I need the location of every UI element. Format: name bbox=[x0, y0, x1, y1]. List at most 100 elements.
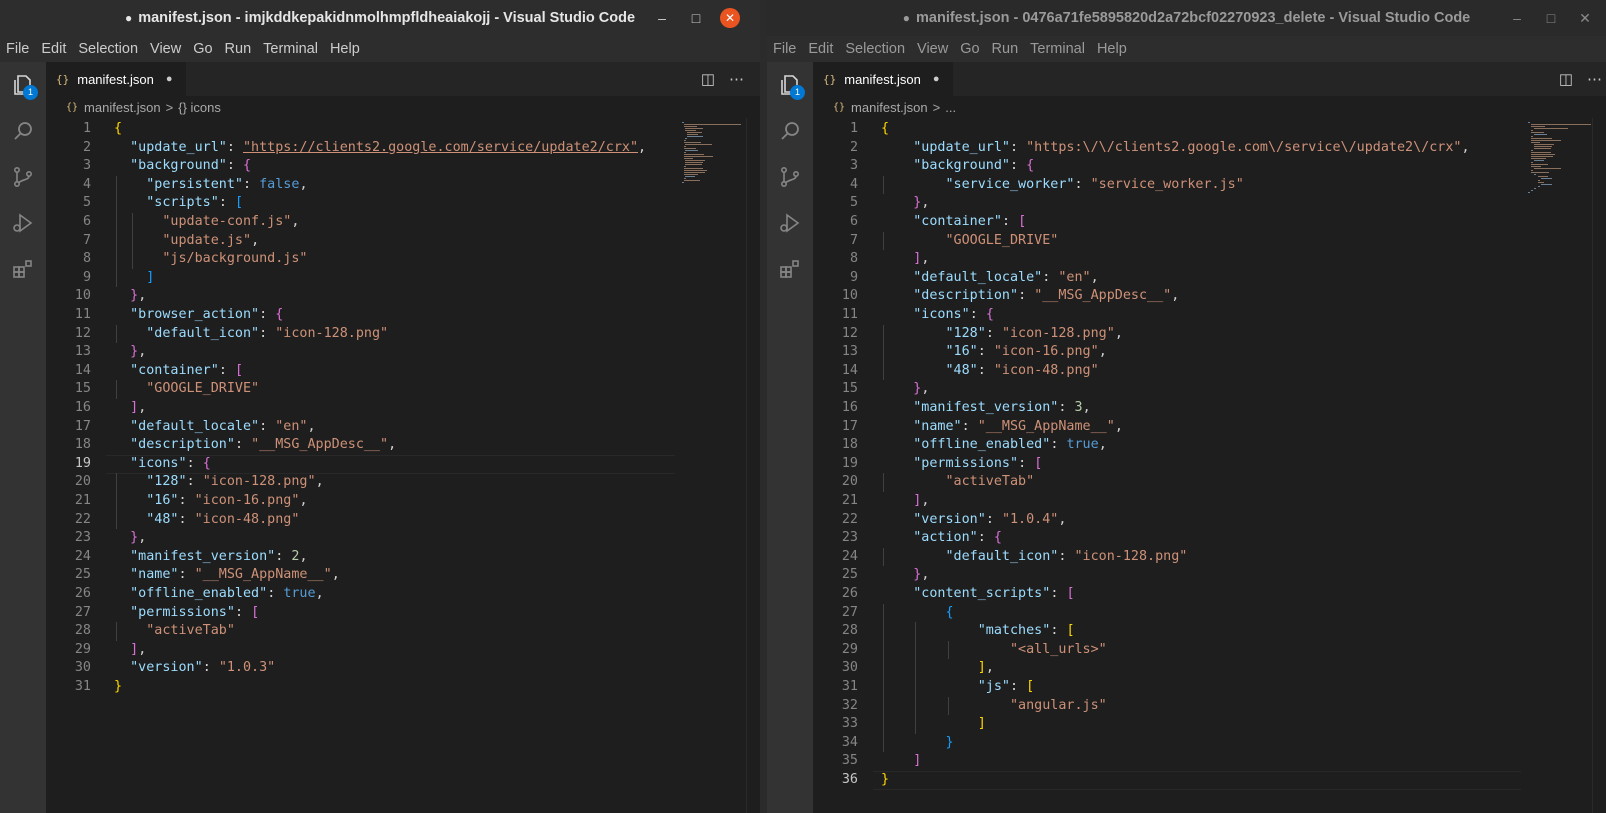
menu-edit[interactable]: Edit bbox=[35, 41, 72, 57]
split-editor-icon[interactable]: ◫ bbox=[701, 70, 715, 88]
line-number[interactable]: 25 bbox=[813, 566, 858, 585]
line-number[interactable]: 23 bbox=[813, 529, 858, 548]
menu-help[interactable]: Help bbox=[1091, 41, 1133, 57]
code-line[interactable]: ], bbox=[881, 250, 929, 269]
code-line[interactable]: "version": "1.0.4", bbox=[881, 511, 1066, 530]
line-number[interactable]: 28 bbox=[46, 622, 91, 641]
code-line[interactable]: "offline_enabled": true, bbox=[881, 436, 1107, 455]
line-number[interactable]: 32 bbox=[813, 697, 858, 716]
code-line[interactable]: "persistent": false, bbox=[114, 176, 307, 195]
line-number[interactable]: 33 bbox=[813, 715, 858, 734]
files-icon[interactable]: 1 bbox=[0, 62, 46, 108]
tab-manifest-json[interactable]: {} manifest.json ● bbox=[46, 62, 186, 96]
line-number[interactable]: 16 bbox=[46, 399, 91, 418]
line-number[interactable]: 10 bbox=[46, 287, 91, 306]
code-line[interactable]: "js/background.js" bbox=[114, 250, 307, 269]
code-line[interactable]: "update_url": "https://clients2.google.c… bbox=[114, 139, 646, 158]
line-number[interactable]: 11 bbox=[46, 306, 91, 325]
line-number[interactable]: 7 bbox=[813, 232, 858, 251]
breadcrumb-file[interactable]: manifest.json bbox=[851, 100, 928, 115]
menu-run[interactable]: Run bbox=[219, 41, 258, 57]
line-number[interactable]: 6 bbox=[46, 213, 91, 232]
code-line[interactable]: }, bbox=[881, 380, 929, 399]
code-line[interactable]: ] bbox=[881, 752, 921, 771]
line-number[interactable]: 13 bbox=[46, 343, 91, 362]
line-number[interactable]: 20 bbox=[813, 473, 858, 492]
code-line[interactable]: "action": { bbox=[881, 529, 1002, 548]
code-line[interactable]: "icons": { bbox=[114, 455, 211, 474]
line-number[interactable]: 5 bbox=[46, 194, 91, 213]
tab-manifest-json[interactable]: {} manifest.json ● bbox=[813, 62, 953, 96]
line-number[interactable]: 5 bbox=[813, 194, 858, 213]
code-line[interactable]: } bbox=[881, 771, 889, 790]
code-line[interactable]: } bbox=[114, 678, 122, 697]
code-line[interactable]: "default_icon": "icon-128.png" bbox=[881, 548, 1187, 567]
search-icon[interactable] bbox=[767, 108, 813, 154]
line-number[interactable]: 28 bbox=[813, 622, 858, 641]
close-button[interactable]: ✕ bbox=[720, 8, 740, 28]
menu-view[interactable]: View bbox=[911, 41, 954, 57]
split-editor-icon[interactable]: ◫ bbox=[1559, 70, 1573, 88]
title-bar[interactable]: ● manifest.json - imjkddkepakidnmolhmpfl… bbox=[0, 0, 760, 36]
code-line[interactable]: "GOOGLE_DRIVE" bbox=[114, 380, 259, 399]
code-line[interactable]: { bbox=[881, 120, 889, 139]
minimap[interactable] bbox=[678, 118, 748, 813]
line-number[interactable]: 34 bbox=[813, 734, 858, 753]
code-line[interactable]: "offline_enabled": true, bbox=[114, 585, 324, 604]
line-number[interactable]: 16 bbox=[813, 399, 858, 418]
more-actions-icon[interactable]: ⋯ bbox=[1587, 70, 1602, 88]
line-number[interactable]: 9 bbox=[46, 269, 91, 288]
menu-selection[interactable]: Selection bbox=[72, 41, 144, 57]
line-number[interactable]: 3 bbox=[813, 157, 858, 176]
code-line[interactable]: "update.js", bbox=[114, 232, 259, 251]
code-line[interactable]: }, bbox=[881, 566, 929, 585]
line-number[interactable]: 30 bbox=[46, 659, 91, 678]
line-number[interactable]: 2 bbox=[813, 139, 858, 158]
files-icon[interactable]: 1 bbox=[767, 62, 813, 108]
code-line[interactable]: "manifest_version": 2, bbox=[114, 548, 307, 567]
menu-edit[interactable]: Edit bbox=[802, 41, 839, 57]
code-line[interactable]: }, bbox=[114, 343, 146, 362]
code-line[interactable]: "default_icon": "icon-128.png" bbox=[114, 325, 388, 344]
line-number[interactable]: 21 bbox=[46, 492, 91, 511]
breadcrumb-symbol[interactable]: {} icons bbox=[178, 100, 221, 115]
code-line[interactable]: "version": "1.0.3" bbox=[114, 659, 275, 678]
code-editor[interactable]: 1 {2 "update_url": "https://clients2.goog… bbox=[46, 118, 760, 813]
code-line[interactable]: "update_url": "https:\/\/clients2.google… bbox=[881, 139, 1469, 158]
code-line[interactable]: { bbox=[114, 120, 122, 139]
line-number[interactable]: 36 bbox=[813, 771, 858, 790]
code-line[interactable]: "service_worker": "service_worker.js" bbox=[881, 176, 1243, 195]
line-number[interactable]: 13 bbox=[813, 343, 858, 362]
code-line[interactable]: "GOOGLE_DRIVE" bbox=[881, 232, 1058, 251]
minimize-button[interactable]: – bbox=[1500, 10, 1534, 26]
line-number[interactable]: 31 bbox=[46, 678, 91, 697]
maximize-button[interactable]: □ bbox=[1534, 10, 1568, 26]
tab-modified-icon[interactable]: ● bbox=[933, 73, 940, 85]
vertical-scrollbar[interactable] bbox=[746, 118, 760, 813]
code-line[interactable]: ], bbox=[114, 641, 146, 660]
source-control-icon[interactable] bbox=[0, 154, 46, 200]
line-number[interactable]: 14 bbox=[46, 362, 91, 381]
menu-run[interactable]: Run bbox=[986, 41, 1025, 57]
line-number[interactable]: 14 bbox=[813, 362, 858, 381]
code-line[interactable]: }, bbox=[114, 287, 146, 306]
line-number[interactable]: 23 bbox=[46, 529, 91, 548]
extensions-icon[interactable] bbox=[767, 246, 813, 292]
code-line[interactable]: "16": "icon-16.png", bbox=[114, 492, 307, 511]
code-line[interactable]: "activeTab" bbox=[881, 473, 1034, 492]
code-line[interactable]: "default_locale": "en", bbox=[881, 269, 1098, 288]
code-line[interactable]: ], bbox=[114, 399, 146, 418]
line-number[interactable]: 24 bbox=[46, 548, 91, 567]
line-number[interactable]: 12 bbox=[46, 325, 91, 344]
menu-file[interactable]: File bbox=[767, 41, 802, 57]
line-number[interactable]: 1 bbox=[46, 120, 91, 139]
code-line[interactable]: "128": "icon-128.png", bbox=[114, 473, 323, 492]
code-line[interactable]: ], bbox=[881, 659, 994, 678]
code-line[interactable]: "description": "__MSG_AppDesc__", bbox=[114, 436, 396, 455]
line-number[interactable]: 8 bbox=[813, 250, 858, 269]
line-number[interactable]: 29 bbox=[813, 641, 858, 660]
line-number[interactable]: 27 bbox=[813, 604, 858, 623]
line-number[interactable]: 26 bbox=[46, 585, 91, 604]
line-number[interactable]: 18 bbox=[46, 436, 91, 455]
extensions-icon[interactable] bbox=[0, 246, 46, 292]
